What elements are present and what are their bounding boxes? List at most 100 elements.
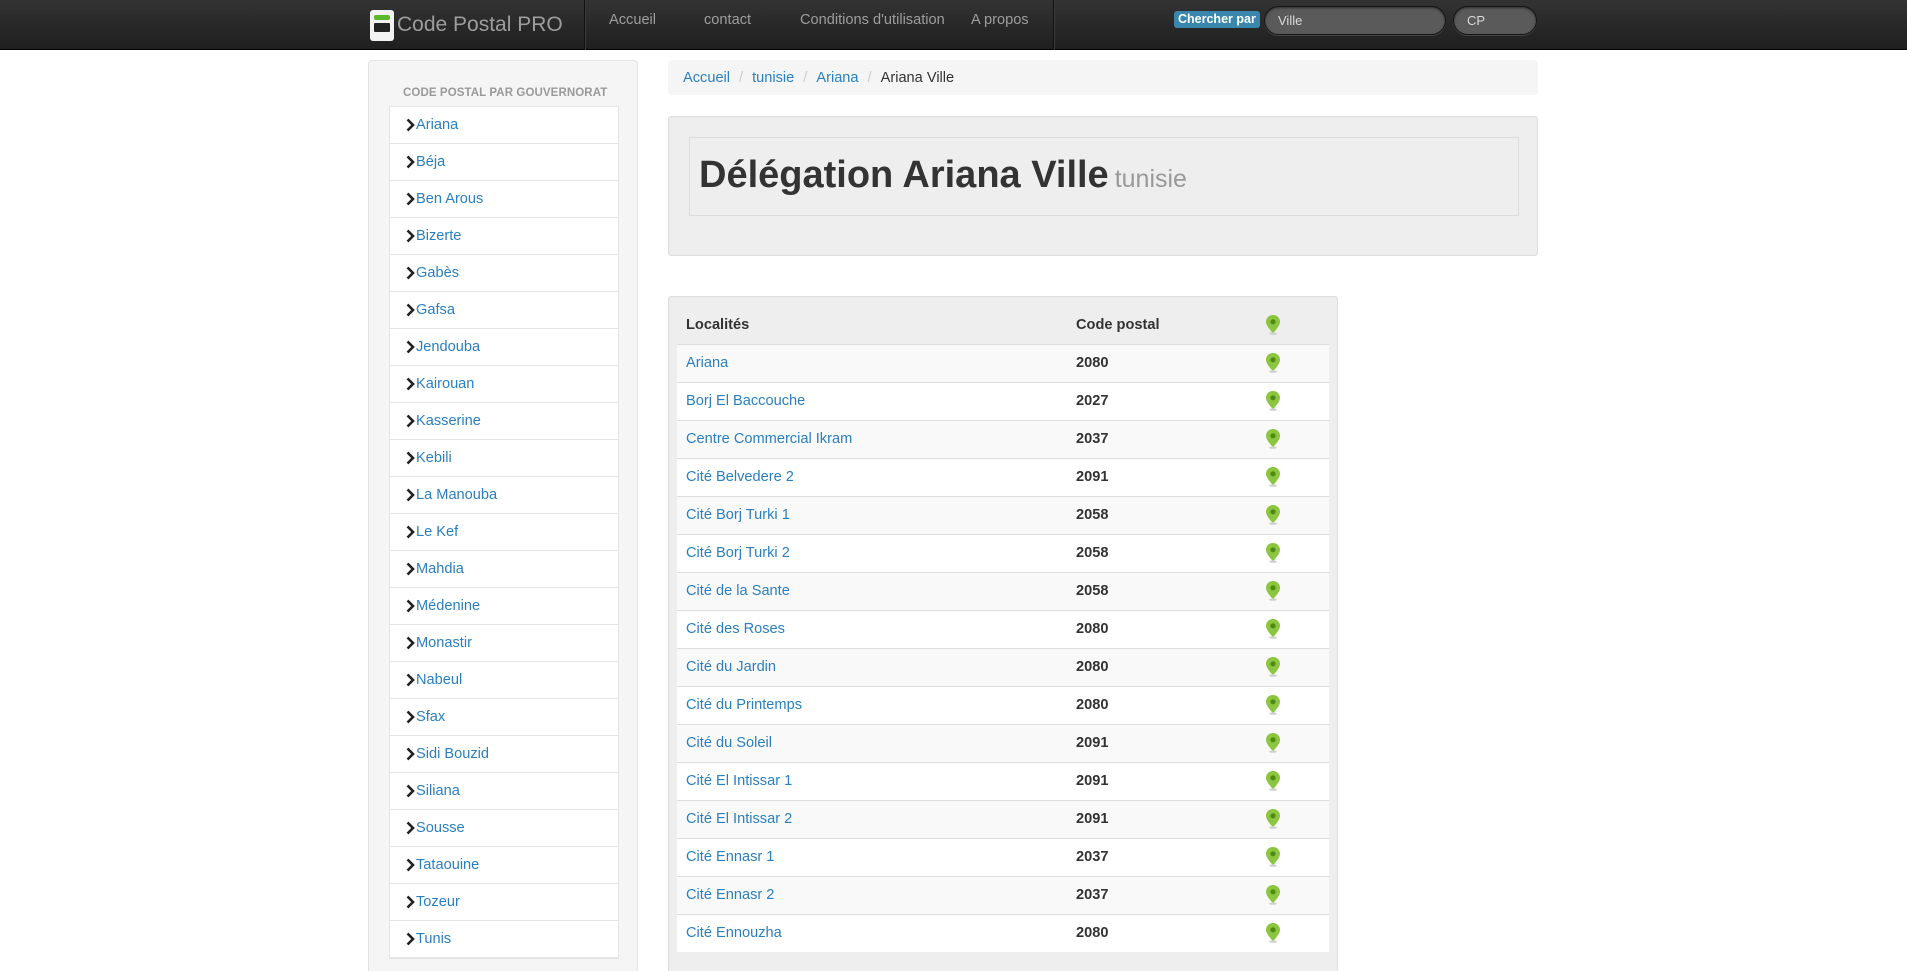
locality-link[interactable]: Centre Commercial Ikram	[686, 431, 852, 447]
sidebar-item-kairouan[interactable]: Kairouan	[390, 366, 618, 403]
postal-code-cell: 2037	[1067, 419, 1257, 458]
sidebar-item-m-denine[interactable]: Médenine	[390, 588, 618, 625]
nav-link-conditions[interactable]: Conditions d'utilisation	[800, 0, 945, 40]
sidebar-item-kebili[interactable]: Kebili	[390, 440, 618, 477]
map-pin-icon[interactable]	[1266, 923, 1280, 944]
sidebar-item-tunis[interactable]: Tunis	[390, 921, 618, 958]
column-header-localities: Localités	[686, 317, 750, 334]
table-row: Cité Borj Turki 2 2058	[677, 533, 1329, 572]
sidebar-item-le-kef[interactable]: Le Kef	[390, 514, 618, 551]
locality-link[interactable]: Cité El Intissar 1	[686, 773, 792, 789]
sidebar-item-kasserine[interactable]: Kasserine	[390, 403, 618, 440]
page-header: Délégation Ariana Ville tunisie	[668, 116, 1538, 256]
chevron-right-icon	[406, 673, 415, 687]
sidebar-item-ariana[interactable]: Ariana	[390, 107, 618, 144]
chevron-right-icon	[406, 636, 415, 650]
locality-cell: Cité Ennasr 2	[677, 875, 1067, 914]
sidebar-item-gab-s[interactable]: Gabès	[390, 255, 618, 292]
locality-cell: Cité Ennouzha	[677, 913, 1067, 952]
brand-link[interactable]: Code Postal PRO	[370, 8, 563, 42]
map-pin-icon[interactable]	[1266, 353, 1280, 373]
sidebar-item-ben-arous[interactable]: Ben Arous	[390, 181, 618, 218]
chevron-right-icon	[406, 710, 415, 724]
chevron-right-icon	[406, 192, 415, 206]
map-pin-icon[interactable]	[1266, 733, 1280, 753]
sidebar-item-la-manouba[interactable]: La Manouba	[390, 477, 618, 514]
sidebar-item-bizerte[interactable]: Bizerte	[390, 218, 618, 255]
sidebar-item-jendouba[interactable]: Jendouba	[390, 329, 618, 366]
map-pin-icon[interactable]	[1266, 543, 1280, 563]
nav-link-a-propos[interactable]: A propos	[971, 0, 1029, 40]
table-row: Cité des Roses 2080	[677, 609, 1329, 648]
locality-cell: Borj El Baccouche	[677, 381, 1067, 420]
locality-link[interactable]: Cité Ennasr 1	[686, 849, 774, 865]
map-pin-icon[interactable]	[1266, 467, 1280, 487]
sidebar-item-gafsa[interactable]: Gafsa	[390, 292, 618, 329]
locality-link[interactable]: Cité Borj Turki 2	[686, 545, 790, 561]
column-header-postal-code: Code postal	[1076, 317, 1160, 334]
sidebar-item-label: Béja	[416, 154, 446, 170]
map-pin-icon[interactable]	[1266, 429, 1280, 449]
breadcrumb-accueil[interactable]: Accueil	[683, 70, 730, 86]
sidebar-item-label: Ariana	[416, 117, 459, 133]
sidebar-item-monastir[interactable]: Monastir	[390, 625, 618, 662]
map-pin-icon[interactable]	[1266, 847, 1280, 867]
map-pin-icon[interactable]	[1266, 695, 1280, 715]
locality-link[interactable]: Cité de la Sante	[686, 583, 790, 599]
chevron-right-icon	[406, 821, 415, 835]
sidebar-item-siliana[interactable]: Siliana	[390, 773, 618, 810]
chevron-right-icon	[406, 229, 415, 243]
map-pin-icon[interactable]	[1266, 581, 1280, 601]
search-city-input[interactable]	[1264, 6, 1446, 35]
sidebar-item-tataouine[interactable]: Tataouine	[390, 847, 618, 884]
brand-logo-icon	[370, 9, 394, 41]
breadcrumb-separator: /	[803, 69, 808, 86]
chevron-right-icon	[406, 377, 415, 391]
map-pin-icon[interactable]	[1266, 505, 1280, 525]
chevron-right-icon	[406, 784, 415, 798]
chevron-right-icon	[406, 340, 415, 354]
sidebar-item-label: Siliana	[416, 783, 460, 799]
postal-code-cell: 2080	[1067, 647, 1257, 686]
map-pin-icon[interactable]	[1266, 771, 1280, 791]
sidebar-item-sfax[interactable]: Sfax	[390, 699, 618, 736]
locality-link[interactable]: Cité Ennouzha	[686, 925, 782, 941]
localities-panel: Localités Code postal Ariana 2080 Borj El …	[668, 296, 1338, 971]
sidebar-item-sidi-bouzid[interactable]: Sidi Bouzid	[390, 736, 618, 773]
sidebar-item-label: Le Kef	[416, 524, 459, 540]
table-row: Cité El Intissar 1 2091	[677, 761, 1329, 800]
map-pin-icon[interactable]	[1266, 391, 1280, 411]
locality-link[interactable]: Borj El Baccouche	[686, 393, 805, 409]
locality-link[interactable]: Ariana	[686, 355, 728, 371]
postal-code-cell: 2080	[1067, 685, 1257, 724]
sidebar-item-b-ja[interactable]: Béja	[390, 144, 618, 181]
sidebar-item-mahdia[interactable]: Mahdia	[390, 551, 618, 588]
locality-link[interactable]: Cité du Soleil	[686, 735, 772, 751]
page-title: Délégation Ariana Ville tunisie	[699, 154, 1187, 197]
map-cell	[1257, 457, 1329, 496]
chevron-right-icon	[406, 155, 415, 169]
sidebar-item-nabeul[interactable]: Nabeul	[390, 662, 618, 699]
table-row: Cité Ennouzha 2080	[677, 913, 1329, 952]
sidebar-heading: Code postal par gouvernorat	[403, 87, 608, 99]
map-pin-icon[interactable]	[1266, 885, 1280, 905]
locality-link[interactable]: Cité Borj Turki 1	[686, 507, 790, 523]
sidebar-item-tozeur[interactable]: Tozeur	[390, 884, 618, 921]
breadcrumb-ariana[interactable]: Ariana	[816, 70, 858, 86]
map-pin-icon[interactable]	[1266, 657, 1280, 677]
locality-link[interactable]: Cité du Jardin	[686, 659, 776, 675]
map-pin-icon[interactable]	[1266, 619, 1280, 639]
locality-link[interactable]: Cité Ennasr 2	[686, 887, 774, 903]
search-postal-code-input[interactable]	[1453, 6, 1537, 35]
nav-link-contact[interactable]: contact	[704, 0, 751, 40]
table-row: Cité de la Sante 2058	[677, 571, 1329, 610]
breadcrumb-tunisie[interactable]: tunisie	[752, 70, 794, 86]
locality-link[interactable]: Cité Belvedere 2	[686, 469, 794, 485]
nav-link-accueil[interactable]: Accueil	[609, 0, 656, 40]
sidebar-item-sousse[interactable]: Sousse	[390, 810, 618, 847]
map-cell	[1257, 419, 1329, 458]
map-pin-icon[interactable]	[1266, 809, 1280, 829]
locality-link[interactable]: Cité du Printemps	[686, 697, 802, 713]
locality-link[interactable]: Cité El Intissar 2	[686, 811, 792, 827]
locality-link[interactable]: Cité des Roses	[686, 621, 785, 637]
